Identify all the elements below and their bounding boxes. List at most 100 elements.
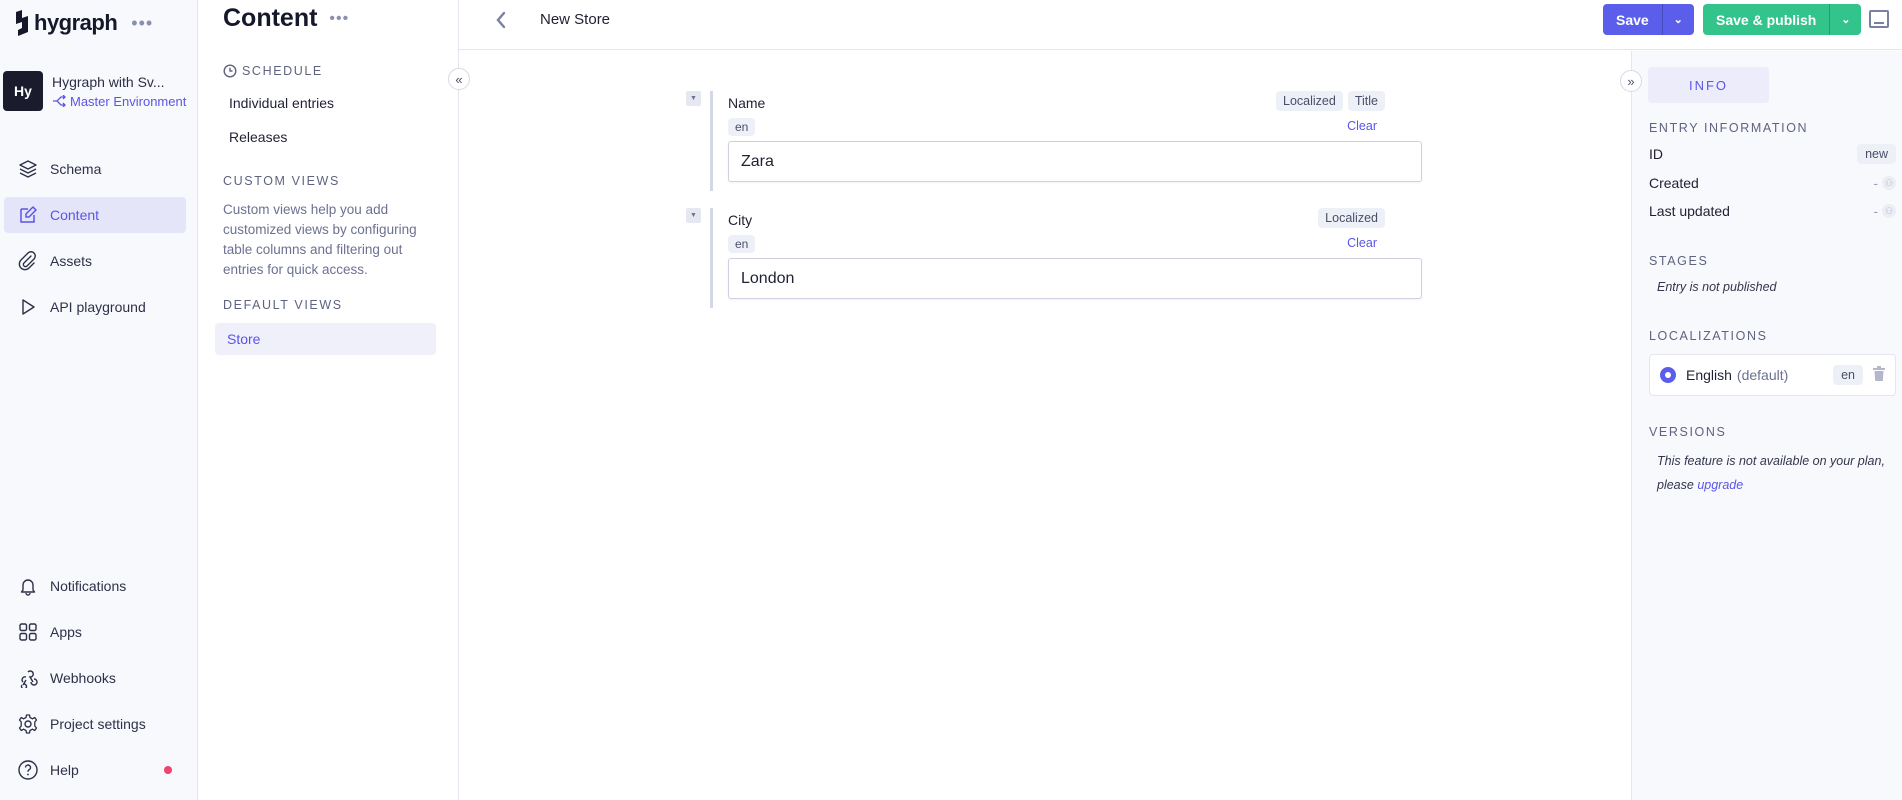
updated-value: - — [1873, 203, 1878, 219]
content-sidebar: Content ••• SCHEDULE Individual entries … — [198, 0, 459, 800]
nav-item-content[interactable]: Content — [4, 197, 186, 233]
save-publish-button[interactable]: Save & publish — [1703, 4, 1829, 35]
nav-item-help[interactable]: Help — [4, 752, 186, 788]
field-label: Name — [728, 95, 766, 111]
notification-dot — [164, 766, 172, 774]
custom-views-description: Custom views help you add customized vie… — [223, 202, 417, 277]
localized-tag: Localized — [1276, 91, 1343, 111]
schedule-heading-text: SCHEDULE — [242, 64, 323, 78]
content-title: Content ••• — [223, 4, 349, 33]
project-avatar: Hy — [3, 71, 43, 111]
more-icon[interactable]: ••• — [131, 13, 153, 34]
clear-button[interactable]: Clear — [1347, 236, 1377, 250]
expand-panel-button[interactable]: » — [1620, 70, 1642, 92]
branch-icon — [53, 95, 66, 107]
chevron-down-icon: ⌄ — [1841, 14, 1851, 26]
stages-status: Entry is not published — [1657, 280, 1777, 294]
city-input[interactable] — [728, 258, 1422, 299]
logo-text: hygraph — [34, 10, 118, 35]
grid-icon — [4, 622, 50, 642]
nav-label: Webhooks — [50, 670, 116, 686]
locale-badge: en — [728, 118, 756, 136]
user-icon: ⚇ — [1882, 176, 1896, 190]
environment-link[interactable]: Master Environment — [52, 94, 186, 109]
paperclip-icon — [4, 251, 50, 271]
created-value: - — [1873, 175, 1878, 191]
versions-message: This feature is not available on your pl… — [1657, 449, 1885, 497]
localized-tag: Localized — [1318, 208, 1385, 228]
user-icon: ⚇ — [1882, 204, 1896, 218]
versions-heading: VERSIONS — [1649, 425, 1727, 439]
hygraph-logo-icon — [16, 10, 28, 36]
project-switcher[interactable]: Hy Hygraph with Sv... Master Environment — [3, 71, 186, 111]
localization-card: English (default) en — [1649, 354, 1896, 396]
nav-item-notifications[interactable]: Notifications — [4, 568, 186, 604]
eye-icon[interactable] — [1660, 367, 1676, 383]
nav-item-assets[interactable]: Assets — [4, 243, 186, 279]
field-city: ▼ City en Localized Clear — [686, 208, 1422, 308]
versions-text: This feature is not available on your pl… — [1657, 454, 1885, 468]
field-tags: Localized Title — [1276, 91, 1385, 111]
nav-label: API playground — [50, 299, 146, 315]
nav-label: Schema — [50, 161, 102, 177]
nav-item-project-settings[interactable]: Project settings — [4, 706, 186, 742]
help-icon — [4, 759, 50, 781]
nav-label: Project settings — [50, 716, 146, 732]
save-button[interactable]: Save — [1603, 4, 1662, 35]
individual-entries-link[interactable]: Individual entries — [229, 95, 334, 111]
publish-options-button[interactable]: ⌄ — [1829, 4, 1861, 35]
nav-label: Content — [50, 207, 100, 223]
locale-badge: en — [728, 235, 756, 253]
collapse-field-button[interactable]: ▼ — [686, 208, 701, 223]
id-label: ID — [1649, 146, 1663, 162]
more-icon[interactable]: ••• — [329, 10, 349, 28]
back-button[interactable] — [495, 10, 507, 36]
bell-icon — [4, 576, 50, 596]
hygraph-logo[interactable]: hygraph ••• — [12, 10, 153, 36]
collapse-sidebar-button[interactable]: « — [448, 68, 470, 90]
schedule-heading: SCHEDULE — [223, 64, 323, 78]
locale-default: (default) — [1736, 367, 1789, 383]
created-label: Created — [1649, 175, 1699, 191]
save-options-button[interactable]: ⌄ — [1661, 4, 1694, 35]
nav-item-apps[interactable]: Apps — [4, 614, 186, 650]
created-row: Created - ⚇ — [1649, 175, 1896, 191]
field-name: ▼ Name en Localized Title Clear — [686, 91, 1422, 191]
field-label: City — [728, 212, 753, 228]
nav-item-schema[interactable]: Schema — [4, 151, 186, 187]
edit-icon — [4, 205, 50, 225]
id-row: ID new — [1649, 144, 1896, 164]
view-item-store[interactable]: Store — [215, 323, 436, 355]
updated-label: Last updated — [1649, 203, 1730, 219]
upgrade-link[interactable]: upgrade — [1697, 478, 1743, 492]
panel-toggle-icon[interactable] — [1869, 10, 1889, 28]
nav-label: Notifications — [50, 578, 127, 594]
info-panel: INFO ENTRY INFORMATION ID new Created - ⚇… — [1631, 51, 1902, 800]
play-icon — [4, 297, 50, 317]
entry-title: New Store — [540, 11, 611, 28]
releases-link[interactable]: Releases — [229, 129, 287, 145]
app: hygraph ••• Hy Hygraph with Sv... Master… — [0, 0, 1902, 800]
environment-name: Master Environment — [70, 93, 187, 109]
content-title-text: Content — [223, 4, 318, 32]
versions-text-2: please — [1657, 478, 1694, 492]
clear-button[interactable]: Clear — [1347, 119, 1377, 133]
entry-header: New Store Save ⌄ Save & publish ⌄ — [459, 0, 1902, 50]
nav-item-webhooks[interactable]: Webhooks — [4, 660, 186, 696]
chevron-down-icon: ⌄ — [1673, 14, 1683, 26]
nav-label: Help — [50, 762, 79, 778]
trash-icon[interactable] — [1873, 366, 1885, 384]
layers-icon — [4, 159, 50, 179]
clock-icon — [223, 64, 237, 78]
name-input[interactable] — [728, 141, 1422, 182]
title-tag: Title — [1347, 91, 1385, 111]
locale-name: English — [1686, 367, 1732, 383]
left-nav: hygraph ••• Hy Hygraph with Sv... Master… — [0, 0, 198, 800]
stages-heading: STAGES — [1649, 254, 1709, 268]
updated-row: Last updated - ⚇ — [1649, 203, 1896, 219]
tab-info[interactable]: INFO — [1648, 67, 1769, 103]
localizations-heading: LOCALIZATIONS — [1649, 329, 1768, 343]
nav-item-api-playground[interactable]: API playground — [4, 289, 186, 325]
default-views-heading: DEFAULT VIEWS — [223, 298, 343, 312]
collapse-field-button[interactable]: ▼ — [686, 91, 701, 106]
